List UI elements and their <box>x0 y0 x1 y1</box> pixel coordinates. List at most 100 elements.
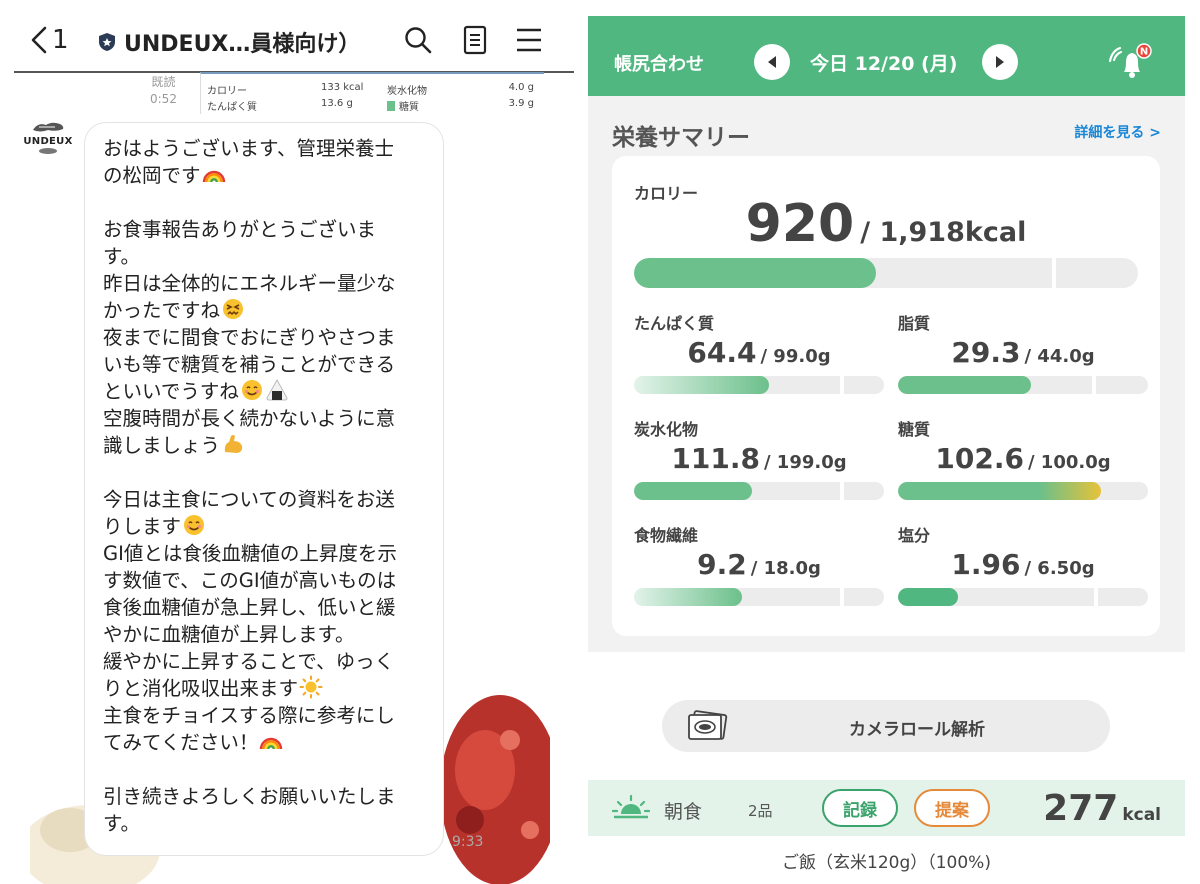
nutrient-target: / 99.0g <box>760 346 831 367</box>
chevron-left-icon <box>31 26 47 54</box>
nutrient-current: 64.4 <box>687 336 757 369</box>
notes-button[interactable] <box>459 24 491 56</box>
nutrient-value: 29.3/ 44.0g <box>898 336 1148 369</box>
progress-divider <box>1094 588 1098 606</box>
sun-emoji-icon <box>299 675 323 699</box>
message-bubble[interactable]: おはようございます、管理栄養士 の松岡です お食事報告ありがとうございま す。 … <box>84 122 444 856</box>
meal-name: 朝食 <box>664 801 703 823</box>
nutrient-current: 1.96 <box>951 548 1021 581</box>
meal-row-breakfast[interactable]: 朝食 2品 記録 提案 277 kcal <box>588 780 1185 836</box>
summary-title: 栄養サマリー <box>612 125 750 151</box>
chat-title[interactable]: UNDEUX…員様向け） <box>98 26 360 58</box>
meal-food-item[interactable]: ご飯（玄米120g）（100%) <box>588 848 1185 873</box>
read-time: 0:52 <box>150 92 177 106</box>
read-receipt: 既読 0:52 <box>150 74 177 108</box>
green-marker <box>387 101 395 111</box>
message-line: 今日は主食についての資料をお送 <box>103 488 395 511</box>
message-line: やかに血糖値が上昇します。 <box>103 623 355 646</box>
message-text: の松岡です <box>103 164 201 187</box>
message-line: りします <box>103 513 427 540</box>
next-day-button[interactable] <box>982 44 1018 80</box>
sunrise-icon <box>612 794 650 819</box>
nutrient-current: 111.8 <box>671 442 760 475</box>
message-line: りと消化吸収出来ます <box>103 675 427 702</box>
menu-button[interactable] <box>513 24 545 56</box>
nutrient-current: 102.6 <box>935 442 1024 475</box>
nutrient-progress-bar <box>898 376 1148 394</box>
chat-pane: 1 UNDEUX…員様向け） 既読 0:52 カロリー 133 kcal 炭水化… <box>0 0 574 884</box>
triangle-right-icon <box>996 56 1004 68</box>
prev-day-button[interactable] <box>754 44 790 80</box>
message-text: 識しましょう <box>103 434 221 457</box>
progress-divider <box>1092 376 1096 394</box>
message-text: てみてください！ <box>103 731 259 754</box>
message-text: りと消化吸収出来ます <box>103 677 299 700</box>
prev-name: たんぱく質 <box>207 102 257 113</box>
summary-card: カロリー 920/ 1,918kcal たんぱく質 64.4/ 99.0g 脂質… <box>612 156 1160 636</box>
message-line: の松岡です <box>103 162 427 189</box>
nutrient-value: 9.2/ 18.0g <box>634 548 884 581</box>
avatar[interactable]: UNDEUX <box>22 120 74 170</box>
message-line: 食後血糖値が急上昇し、低いと緩 <box>103 596 396 619</box>
message-line <box>103 189 427 216</box>
back-button[interactable]: 1 <box>30 22 69 58</box>
notification-badge: N <box>1140 47 1148 58</box>
undeux-logo-mark-icon <box>39 148 57 154</box>
nutrient-current: 29.3 <box>951 336 1021 369</box>
nutrient-carbohydrate: 炭水化物 111.8/ 199.0g <box>634 416 884 516</box>
message-text: りします <box>103 515 182 538</box>
nutrient-label: 炭水化物 <box>634 420 699 439</box>
nutrient-progress-bar <box>634 588 884 606</box>
rice-ball-emoji-icon <box>266 378 288 401</box>
search-button[interactable] <box>402 24 434 56</box>
nutrient-progress-fill <box>898 482 1101 500</box>
nutrient-fat: 脂質 29.3/ 44.0g <box>898 310 1148 410</box>
ledger-adjust-button[interactable]: 帳尻合わせ <box>614 50 704 76</box>
nutrient-label: 糖質 <box>898 420 931 439</box>
nutrient-progress-bar <box>634 482 884 500</box>
suggest-button[interactable]: 提案 <box>914 789 990 827</box>
notification-button[interactable]: N <box>1106 42 1158 82</box>
nutrient-label: 食物繊維 <box>634 526 699 545</box>
nutrient-sugar: 糖質 102.6/ 100.0g <box>898 416 1148 516</box>
flexed-biceps-emoji-icon <box>224 435 243 453</box>
prev-name: 糖質 <box>399 102 419 113</box>
nutrient-progress-fill <box>898 376 1031 394</box>
chat-title-text: UNDEUX…員様向け） <box>124 32 361 57</box>
calorie-target: / 1,918kcal <box>860 217 1027 248</box>
message-line: お食事報告ありがとうございま <box>103 218 377 241</box>
calorie-value: 920/ 1,918kcal <box>612 194 1160 254</box>
message-text: といいでうすね <box>103 380 239 403</box>
read-label: 既読 <box>151 75 176 89</box>
nutrient-current: 9.2 <box>697 548 747 581</box>
prev-value: 4.0 g <box>508 82 534 93</box>
message-line: 主食をチョイスする際に参考にし <box>103 704 395 727</box>
message-line: といいでうすね <box>103 378 427 405</box>
app-top-bar: 帳尻合わせ 今日 12/20 (月) N <box>588 16 1185 96</box>
nutrient-salt: 塩分 1.96/ 6.50g <box>898 522 1148 622</box>
message-line: 緩やかに上昇することで、ゆっく <box>103 650 395 673</box>
progress-divider <box>1052 258 1056 288</box>
rainbow-emoji-icon <box>202 170 225 183</box>
progress-divider <box>840 376 844 394</box>
nutrient-label: 脂質 <box>898 314 931 333</box>
camera-roll-analyze-button[interactable]: カメラロール解析 <box>662 700 1110 752</box>
message-line: 空腹時間が長く続かないように意 <box>103 407 396 430</box>
rainbow-emoji-icon <box>260 737 283 750</box>
progress-divider <box>840 588 844 606</box>
message-line: GI値とは食後血糖値の上昇度を示 <box>103 542 397 565</box>
see-details-link[interactable]: 詳細を見る > <box>1074 122 1161 142</box>
message-line: す数値で、このGI値が高いものは <box>103 569 397 592</box>
nutrient-target: / 44.0g <box>1024 346 1095 367</box>
message-line: かったですね <box>103 297 427 324</box>
message-time: 9:33 <box>452 834 484 850</box>
message-line: おはようございます、管理栄養士 <box>103 137 394 160</box>
message-line: 識しましょう <box>103 432 427 459</box>
previous-nutrition-card[interactable]: カロリー 133 kcal 炭水化物 4.0 g たんぱく質 13.6 g 糖質… <box>200 72 544 114</box>
message-line <box>103 459 427 486</box>
record-button[interactable]: 記録 <box>822 789 898 827</box>
meal-item-count: 2品 <box>748 802 773 820</box>
prev-value: 13.6 g <box>321 98 353 109</box>
message-text: かったですね <box>103 299 221 322</box>
smiling-face-emoji-icon <box>184 515 205 535</box>
